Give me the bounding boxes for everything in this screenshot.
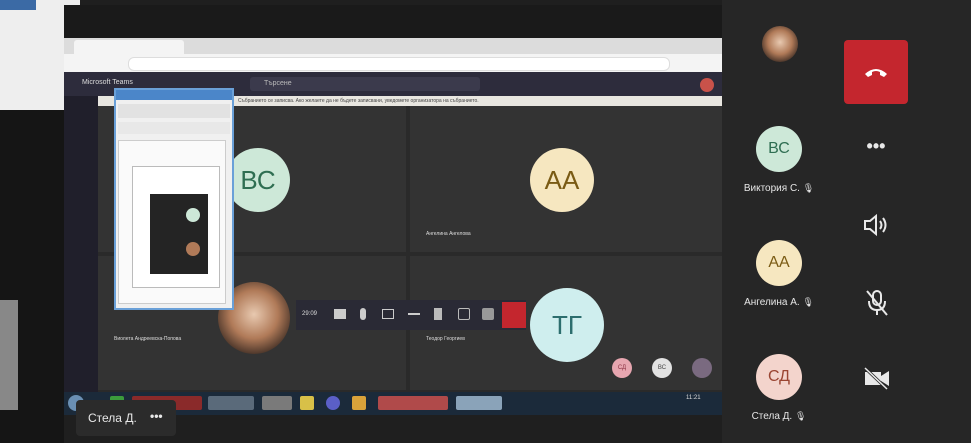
mic-icon[interactable] <box>360 308 366 320</box>
participant-avatar: АА <box>756 240 802 286</box>
taskbar-app-icon[interactable] <box>326 396 340 410</box>
camera-icon[interactable] <box>334 309 346 319</box>
mute-button[interactable] <box>864 288 890 318</box>
more-options-icon[interactable] <box>408 313 420 315</box>
browser-tab[interactable] <box>74 40 184 54</box>
participant-name: Теодор Георгиев <box>426 336 465 342</box>
participant-avatar: АА <box>530 148 594 212</box>
mic-muted-icon <box>866 290 888 316</box>
floating-window-toolbar <box>118 122 230 134</box>
self-name: Стела Д. <box>88 411 137 425</box>
chat-icon[interactable] <box>458 308 470 320</box>
self-more-button[interactable]: ••• <box>150 409 163 423</box>
participants-icon[interactable] <box>482 308 494 320</box>
background-window-edge <box>0 300 18 410</box>
search-input[interactable]: Търсене <box>250 77 480 91</box>
speaker-button[interactable] <box>862 212 890 238</box>
taskbar-app-icon[interactable] <box>378 396 448 410</box>
taskbar-app-icon[interactable] <box>300 396 314 410</box>
address-bar[interactable] <box>128 57 670 71</box>
preview-avatar <box>186 208 200 222</box>
mic-off-icon: 🎙 <box>802 183 815 193</box>
participant-name: Виолета Андреевска-Попова <box>114 336 182 342</box>
participant-avatar: ТГ <box>530 288 604 362</box>
teams-app-rail <box>64 96 98 392</box>
participant-avatar: ВС <box>756 126 802 172</box>
taskbar-clock: 11:21 <box>686 395 701 401</box>
participant-name: Виктория С. 🎙 <box>743 183 815 194</box>
taskbar-app-icon[interactable] <box>262 396 292 410</box>
speaker-icon <box>864 213 887 237</box>
floating-window-titlebar[interactable] <box>116 90 232 100</box>
phone-hangup-icon <box>865 69 887 77</box>
avatar[interactable] <box>700 78 714 92</box>
self-avatar <box>762 26 798 62</box>
app-title: Microsoft Teams <box>82 79 133 86</box>
shared-hangup-button[interactable] <box>502 302 526 328</box>
more-options-button[interactable]: ••• <box>856 136 896 157</box>
participant-name: Ангелина Ангелова <box>426 231 471 237</box>
browser-tab-strip <box>64 38 722 54</box>
raise-hand-icon[interactable] <box>434 308 442 320</box>
taskbar-app-icon[interactable] <box>208 396 254 410</box>
taskbar-app-icon[interactable] <box>352 396 366 410</box>
mini-participant-avatar: ВС <box>652 358 672 378</box>
preview-thumbnail <box>150 194 208 274</box>
participant-avatar: ВС <box>226 148 290 212</box>
share-top-strip <box>64 5 722 38</box>
participant-name: Ангелина А. 🎙 <box>744 297 814 308</box>
participant-name: Стела Д. 🎙 <box>751 411 807 422</box>
preview-avatar <box>186 242 200 256</box>
hangup-button[interactable] <box>844 40 908 104</box>
background-window-titlebar <box>0 0 36 10</box>
mini-participant-photo <box>692 358 712 378</box>
camera-toggle-button[interactable] <box>862 366 892 390</box>
self-view-label: Стела Д. ••• <box>76 400 176 436</box>
floating-window-toolbar <box>118 104 230 118</box>
share-screen-icon[interactable] <box>382 309 394 319</box>
participant-avatar: СД <box>756 354 802 400</box>
mic-off-icon: 🎙 <box>802 297 814 307</box>
call-timer: 29:09 <box>302 311 318 317</box>
mini-participant-avatar: СД <box>612 358 632 378</box>
mic-off-icon: 🎙 <box>795 411 807 421</box>
taskbar-app-icon[interactable] <box>456 396 502 410</box>
camera-off-icon <box>863 366 889 390</box>
